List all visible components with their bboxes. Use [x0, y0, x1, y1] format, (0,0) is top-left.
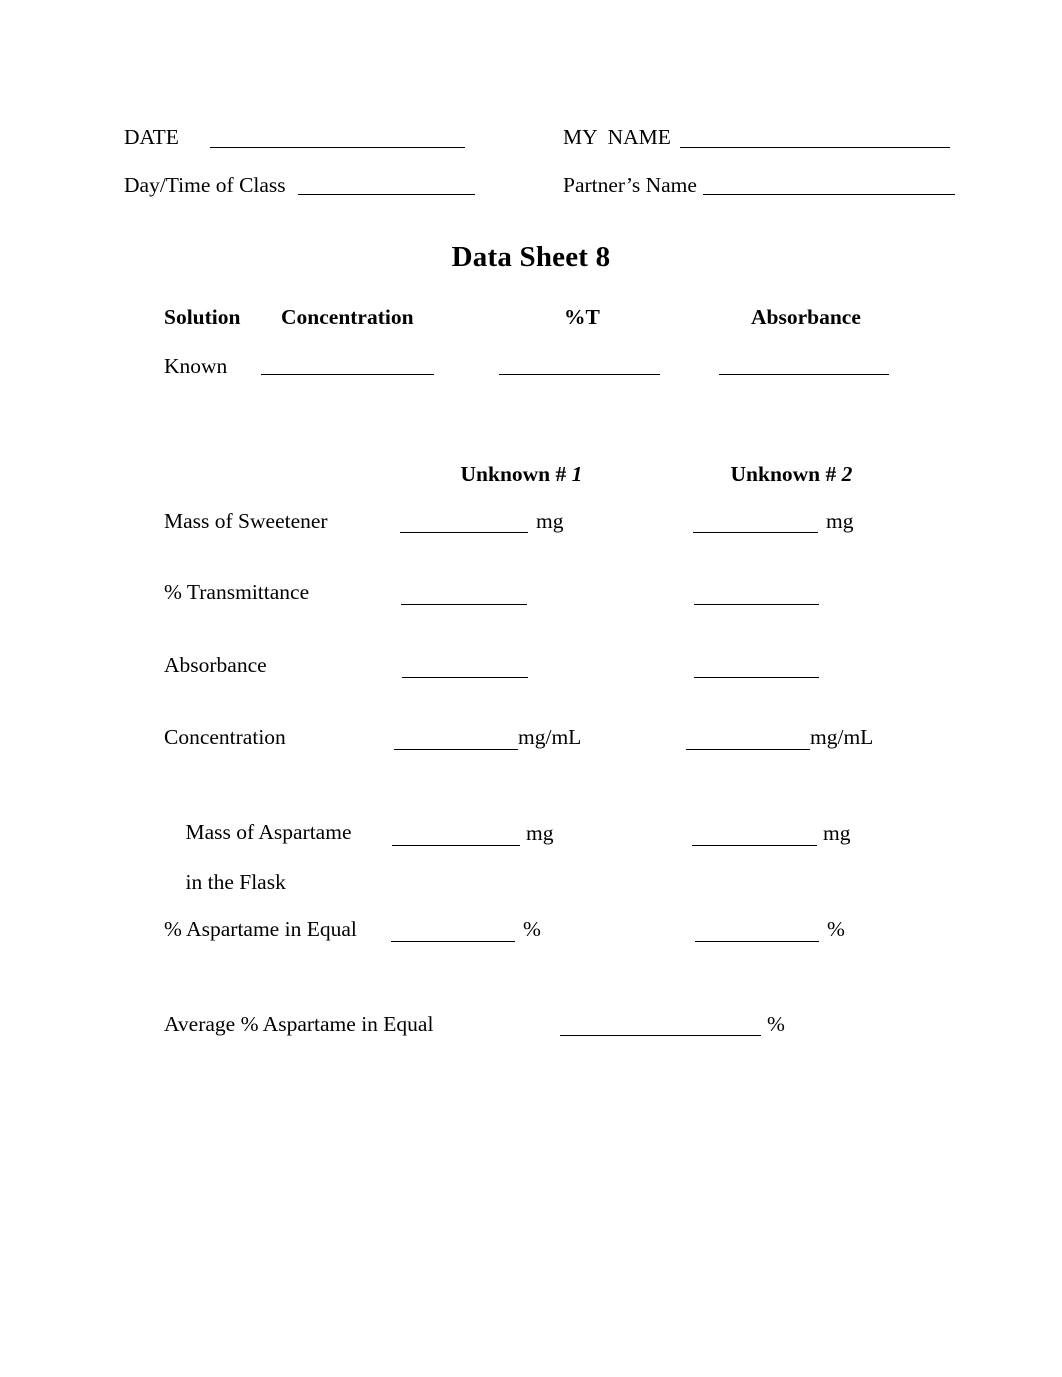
unknown-1-prefix: Unknown # [460, 462, 572, 486]
page-title: Data Sheet 8 [451, 241, 611, 273]
absorbance-unknown-2-blank[interactable] [694, 677, 819, 678]
concentration-unknown-2-unit: mg/mL [810, 725, 874, 749]
mass-of-sweetener-unknown-2-unit: mg [826, 509, 854, 533]
partner-blank[interactable] [703, 194, 955, 195]
row-label-absorbance: Absorbance [164, 653, 267, 677]
percent-aspartame-unknown-1-unit: % [523, 917, 541, 941]
mass-of-aspartame-unknown-2-unit: mg [823, 821, 851, 845]
column-header-unknown-1: Unknown # 1 [439, 435, 583, 513]
column-header-solution: Solution [164, 305, 241, 329]
partner-label: Partner’s Name [563, 173, 697, 197]
column-header-absorbance: Absorbance [751, 305, 861, 329]
row-label-mass-of-aspartame: Mass of Aspartame in the Flask [164, 795, 352, 920]
class-label: Day/Time of Class [124, 173, 286, 197]
date-blank[interactable] [210, 147, 465, 148]
absorbance-unknown-1-blank[interactable] [402, 677, 528, 678]
name-label: MY NAME [563, 125, 671, 149]
name-blank[interactable] [680, 147, 950, 148]
row-label-percent-transmittance: % Transmittance [164, 580, 310, 604]
known-percent-t-blank[interactable] [499, 374, 660, 375]
unknown-2-number: 2 [841, 462, 853, 486]
percent-aspartame-unknown-2-blank[interactable] [695, 941, 819, 942]
percent-transmittance-unknown-2-blank[interactable] [694, 604, 819, 605]
column-header-unknown-2: Unknown # 2 [709, 435, 853, 513]
average-percent-aspartame-blank[interactable] [560, 1035, 761, 1036]
concentration-unknown-1-blank[interactable] [394, 749, 518, 750]
class-blank[interactable] [298, 194, 475, 195]
mass-of-sweetener-unknown-1-unit: mg [536, 509, 564, 533]
row-label-percent-aspartame-in-equal: % Aspartame in Equal [164, 917, 357, 941]
concentration-unknown-1-unit: mg/mL [518, 725, 582, 749]
mass-of-aspartame-unknown-1-blank[interactable] [392, 845, 520, 846]
row-label-known: Known [164, 354, 228, 378]
row-label-mass-of-sweetener: Mass of Sweetener [164, 509, 328, 533]
data-sheet-page: DATE MY NAME Day/Time of Class Partner’s… [0, 0, 1062, 1377]
mass-of-aspartame-unknown-1-unit: mg [526, 821, 554, 845]
unknown-1-number: 1 [571, 462, 583, 486]
row-label-concentration: Concentration [164, 725, 286, 749]
summary-unit: % [767, 1012, 785, 1036]
unknown-2-prefix: Unknown # [730, 462, 842, 486]
mass-of-sweetener-unknown-2-blank[interactable] [693, 532, 818, 533]
percent-aspartame-unknown-1-blank[interactable] [391, 941, 515, 942]
mass-of-aspartame-unknown-2-blank[interactable] [692, 845, 817, 846]
column-header-percent-t: %T [564, 305, 600, 329]
known-concentration-blank[interactable] [261, 374, 434, 375]
concentration-unknown-2-blank[interactable] [686, 749, 810, 750]
percent-aspartame-unknown-2-unit: % [827, 917, 845, 941]
date-label: DATE [124, 125, 179, 149]
mass-of-sweetener-unknown-1-blank[interactable] [400, 532, 528, 533]
column-header-concentration: Concentration [281, 305, 414, 329]
mass-of-aspartame-line-1: Mass of Aspartame [185, 820, 352, 844]
known-absorbance-blank[interactable] [719, 374, 889, 375]
mass-of-aspartame-line-2: in the Flask [185, 870, 286, 894]
percent-transmittance-unknown-1-blank[interactable] [401, 604, 527, 605]
summary-label: Average % Aspartame in Equal [164, 1012, 434, 1036]
